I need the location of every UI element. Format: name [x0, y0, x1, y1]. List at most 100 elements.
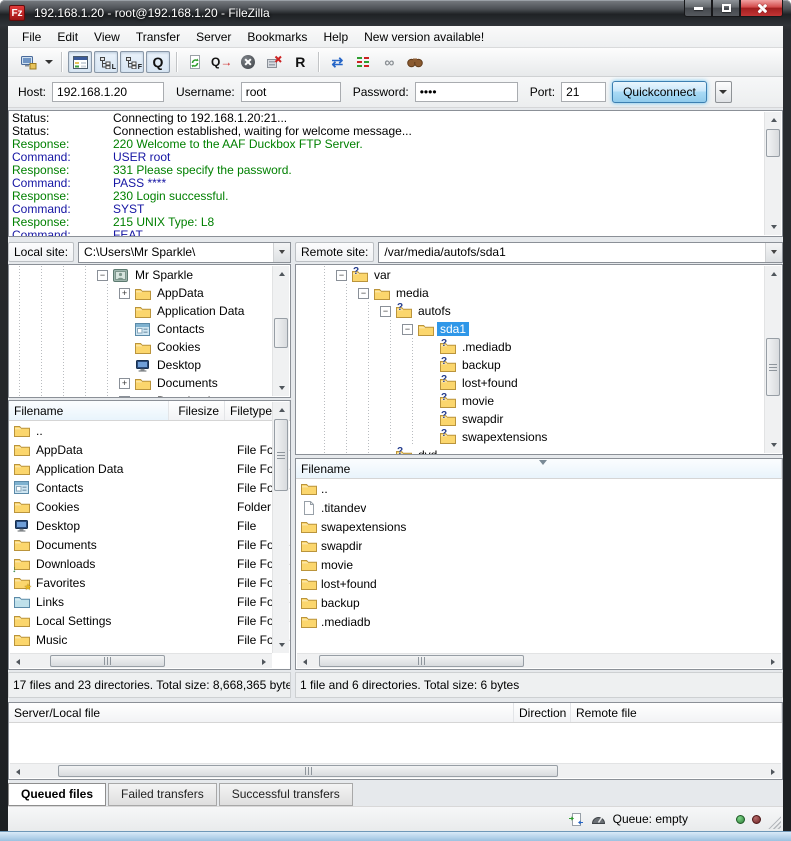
scrollbar-thumb[interactable]	[58, 765, 558, 777]
file-row[interactable]: LinksFile Folder	[9, 592, 290, 611]
scroll-up-icon[interactable]	[765, 266, 782, 282]
scroll-up-icon[interactable]	[765, 112, 782, 128]
file-row[interactable]: .titandev	[296, 498, 782, 517]
close-button[interactable]	[740, 0, 783, 17]
expand-expander-icon[interactable]: +	[119, 288, 130, 299]
menu-item-transfer[interactable]: Transfer	[128, 28, 188, 46]
tree-item[interactable]: ?backup	[296, 356, 782, 374]
tree-item[interactable]: Contacts	[9, 320, 290, 338]
menu-item-edit[interactable]: Edit	[49, 28, 86, 46]
file-row[interactable]: ★FavoritesFile Folder	[9, 573, 290, 592]
collapse-expander-icon[interactable]: −	[380, 306, 391, 317]
tree-item[interactable]: +Documents	[9, 374, 290, 392]
view-hidden-files-button[interactable]	[351, 51, 375, 73]
tree-item[interactable]: ?swapdir	[296, 410, 782, 428]
file-row[interactable]: AppDataFile Folder	[9, 440, 290, 459]
file-row[interactable]: DocumentsFile Folder	[9, 535, 290, 554]
scroll-up-icon[interactable]	[273, 402, 290, 418]
tree-item[interactable]: −Mr Sparkle	[9, 266, 290, 284]
site-manager-dropdown[interactable]	[42, 51, 55, 73]
file-row[interactable]: CookiesFolder	[9, 497, 290, 516]
column-header-direction[interactable]: Direction	[514, 703, 571, 722]
resize-grip[interactable]	[768, 816, 781, 829]
scrollbar-thumb[interactable]	[274, 419, 288, 491]
file-row[interactable]: lost+found	[296, 574, 782, 593]
scroll-right-icon[interactable]	[765, 764, 781, 779]
port-input[interactable]	[561, 82, 606, 102]
combo-dropdown[interactable]	[273, 243, 290, 262]
file-row[interactable]: ↓DownloadsFile Folder	[9, 554, 290, 573]
menu-item-new-version[interactable]: New version available!	[356, 28, 492, 46]
collapse-expander-icon[interactable]: −	[358, 288, 369, 299]
column-header-server-local-file[interactable]: Server/Local file	[9, 703, 514, 722]
scroll-left-icon[interactable]	[297, 654, 313, 669]
tree-item[interactable]: Application Data	[9, 302, 290, 320]
expand-expander-icon[interactable]: +	[119, 396, 130, 399]
tree-item[interactable]: Desktop	[9, 356, 290, 374]
remote-tree-vertical-scrollbar[interactable]	[764, 266, 781, 453]
username-input[interactable]	[241, 82, 341, 102]
file-row[interactable]: DesktopFile	[9, 516, 290, 535]
tree-item[interactable]: Cookies	[9, 338, 290, 356]
local-list-horizontal-scrollbar[interactable]	[10, 653, 272, 668]
maximize-button[interactable]	[712, 0, 740, 17]
tree-item[interactable]: ?.mediadb	[296, 338, 782, 356]
tab-failed-transfers[interactable]: Failed transfers	[108, 783, 217, 806]
remote-list-horizontal-scrollbar[interactable]	[297, 653, 781, 668]
synchronized-browsing-button[interactable]: ∞	[377, 51, 401, 73]
site-manager-button[interactable]	[16, 51, 40, 73]
collapse-expander-icon[interactable]: −	[402, 324, 413, 335]
column-header-remote-file[interactable]: Remote file	[571, 703, 782, 722]
queue-horizontal-scrollbar[interactable]	[10, 763, 781, 778]
file-row[interactable]: ..	[296, 479, 782, 498]
combo-dropdown[interactable]	[765, 243, 782, 262]
find-files-button[interactable]	[403, 51, 427, 73]
tree-item[interactable]: ?lost+found	[296, 374, 782, 392]
quickconnect-button[interactable]: Quickconnect	[612, 81, 707, 103]
file-row[interactable]: ContactsFile Folder	[9, 478, 290, 497]
tree-item[interactable]: ?swapextensions	[296, 428, 782, 446]
password-input[interactable]	[415, 82, 518, 102]
tree-item[interactable]: +↓Downloads	[9, 392, 290, 398]
file-row[interactable]: Local SettingsFile Folder	[9, 611, 290, 630]
tab-queued-files[interactable]: Queued files	[8, 783, 106, 806]
scroll-right-icon[interactable]	[256, 654, 272, 669]
file-row[interactable]: swapdir	[296, 536, 782, 555]
reconnect-button[interactable]: R	[288, 51, 312, 73]
column-header-filesize[interactable]: Filesize	[169, 401, 225, 420]
disconnect-button[interactable]	[262, 51, 286, 73]
log-vertical-scrollbar[interactable]	[764, 112, 781, 235]
file-row[interactable]: .mediadb	[296, 612, 782, 631]
menu-item-bookmarks[interactable]: Bookmarks	[239, 28, 315, 46]
scrollbar-thumb[interactable]	[766, 338, 780, 396]
scroll-down-icon[interactable]	[273, 637, 290, 653]
scrollbar-thumb[interactable]	[50, 655, 165, 667]
file-row[interactable]: swapextensions	[296, 517, 782, 536]
toggle-local-tree-button[interactable]: L	[94, 51, 118, 73]
scroll-up-icon[interactable]	[273, 266, 290, 282]
refresh-button[interactable]	[183, 51, 207, 73]
tree-item[interactable]: −?autofs	[296, 302, 782, 320]
tree-item[interactable]: −?var	[296, 266, 782, 284]
tree-item[interactable]: −media	[296, 284, 782, 302]
tab-successful-transfers[interactable]: Successful transfers	[219, 783, 353, 806]
directory-comparison-button[interactable]: ⇄	[325, 51, 349, 73]
tree-item[interactable]: −sda1	[296, 320, 782, 338]
scrollbar-thumb[interactable]	[319, 655, 524, 667]
file-row[interactable]: backup	[296, 593, 782, 612]
scroll-left-icon[interactable]	[10, 764, 26, 779]
local-tree-vertical-scrollbar[interactable]	[272, 266, 289, 396]
cancel-button[interactable]	[236, 51, 260, 73]
tree-item[interactable]: +AppData	[9, 284, 290, 302]
menu-item-file[interactable]: File	[14, 28, 49, 46]
toggle-remote-tree-button[interactable]: F	[120, 51, 144, 73]
scrollbar-thumb[interactable]	[274, 318, 288, 348]
collapse-expander-icon[interactable]: −	[336, 270, 347, 281]
scroll-down-icon[interactable]	[273, 380, 290, 396]
menu-item-view[interactable]: View	[86, 28, 128, 46]
remote-site-combobox[interactable]: /var/media/autofs/sda1	[378, 242, 783, 263]
file-row[interactable]: movie	[296, 555, 782, 574]
local-site-combobox[interactable]: C:\Users\Mr Sparkle\	[78, 242, 291, 263]
process-queue-button[interactable]: Q →	[209, 51, 234, 73]
minimize-button[interactable]	[684, 0, 712, 17]
